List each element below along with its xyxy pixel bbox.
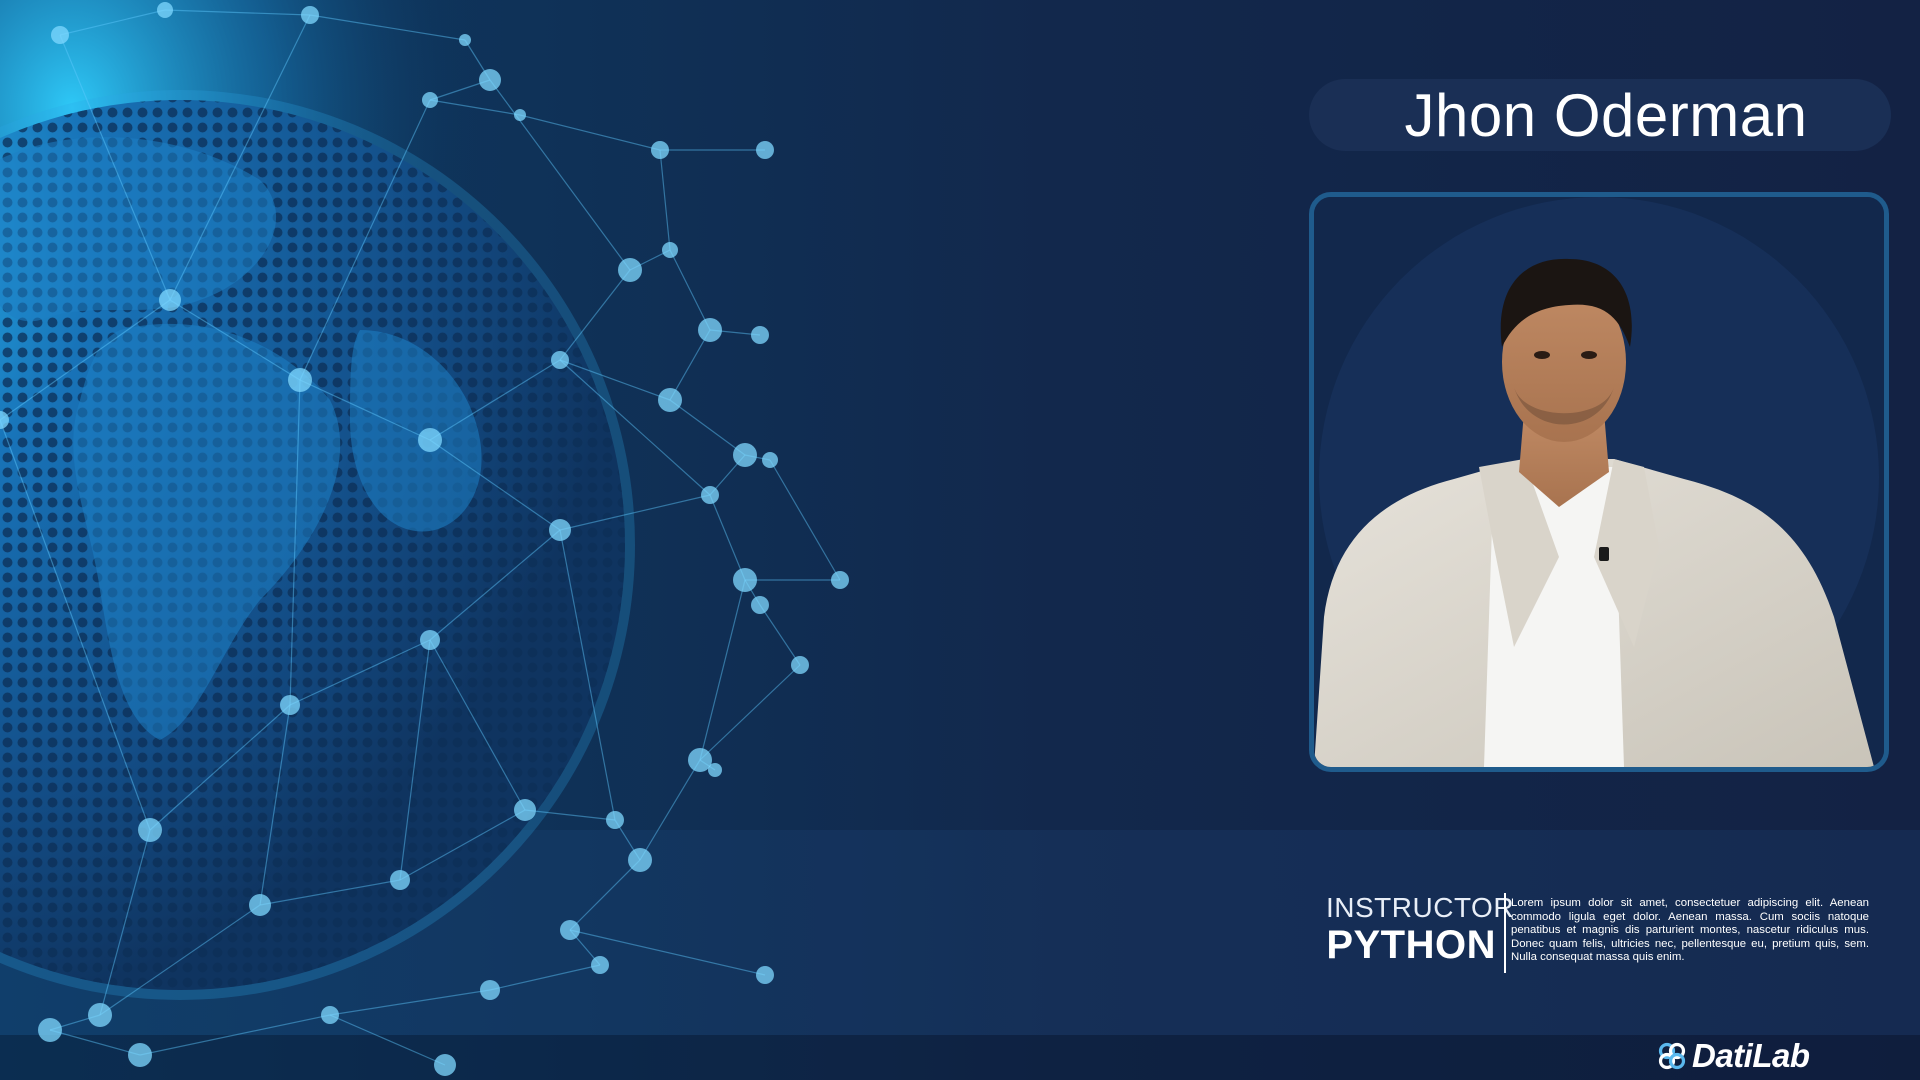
network-globe-image [0,0,900,1080]
presenter-name-plate: Jhon Oderman [1309,79,1891,151]
instructor-subject: PYTHON [1326,923,1496,967]
vertical-divider [1504,893,1506,973]
brand-name: DatiLab [1692,1037,1810,1074]
instructor-title-block: INSTRUCTOR PYTHON [1326,892,1515,968]
instructor-portrait-image [1314,197,1884,767]
instructor-label: INSTRUCTOR [1326,892,1515,923]
instructor-description: Lorem ipsum dolor sit amet, consectetuer… [1511,897,1869,964]
instructor-photo-frame [1309,192,1889,772]
presenter-name: Jhon Oderman [1404,81,1808,149]
datilab-logo-icon [1658,1042,1686,1070]
brand-logo: DatiLab [1656,1037,1810,1074]
